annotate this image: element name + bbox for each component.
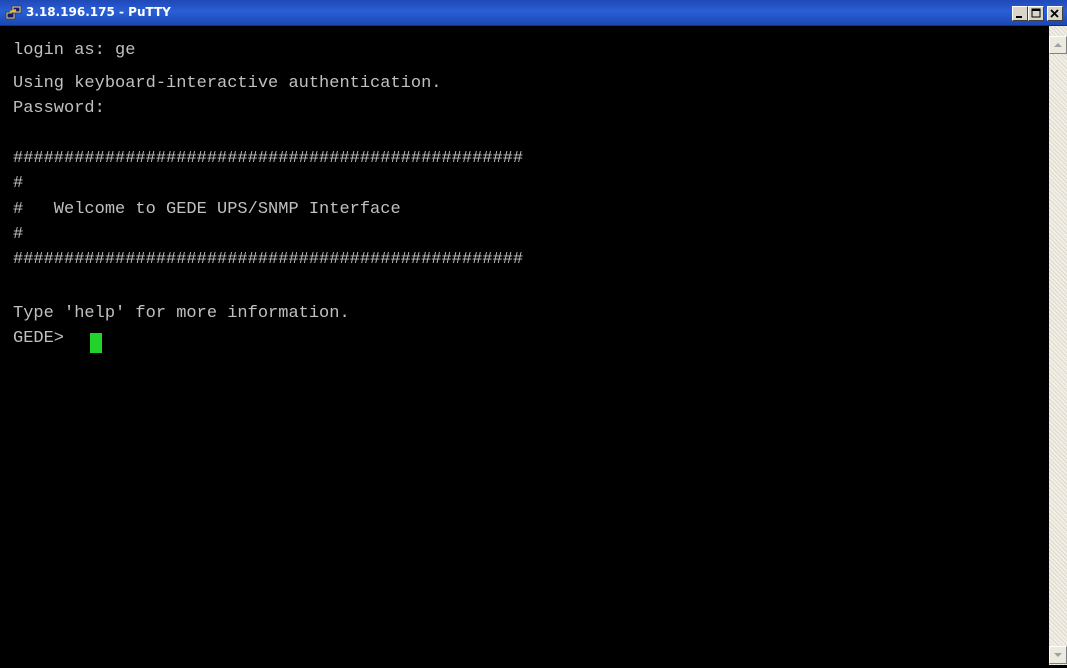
putty-icon[interactable] [5,5,23,21]
window-left-border [0,26,8,665]
window-title: 3.18.196.175 - PuTTY [26,5,171,19]
maximize-icon [1031,8,1041,18]
vertical-scrollbar[interactable] [1049,26,1067,665]
terminal-line: # [13,225,24,244]
terminal-right-margin [1039,26,1049,665]
putty-window: 3.18.196.175 - PuTTY login as: ge Using … [0,0,1067,665]
terminal-line: Using keyboard-interactive authenticatio… [13,74,442,93]
minimize-button[interactable] [1012,6,1028,21]
terminal-line: Type 'help' for more information. [13,304,350,323]
scroll-up-arrow-icon [1054,43,1062,47]
terminal-line: login as: ge [13,41,136,60]
title-bar[interactable]: 3.18.196.175 - PuTTY [0,0,1067,26]
minimize-icon [1016,16,1022,18]
text-cursor [90,333,102,353]
terminal-line: # Welcome to GEDE UPS/SNMP Interface [13,200,401,219]
terminal-screen[interactable]: login as: ge Using keyboard-interactive … [8,26,1039,665]
terminal-line: ########################################… [13,149,524,168]
terminal-line: Password: [13,99,105,118]
terminal-line: ########################################… [13,250,524,269]
scroll-up-button[interactable] [1049,36,1067,54]
close-icon [1050,9,1059,18]
scroll-down-button[interactable] [1049,646,1067,664]
maximize-button[interactable] [1028,6,1044,21]
scroll-down-arrow-icon [1054,653,1062,657]
terminal-line: # [13,174,24,193]
command-prompt: GEDE> [13,329,75,348]
close-button[interactable] [1047,6,1063,21]
